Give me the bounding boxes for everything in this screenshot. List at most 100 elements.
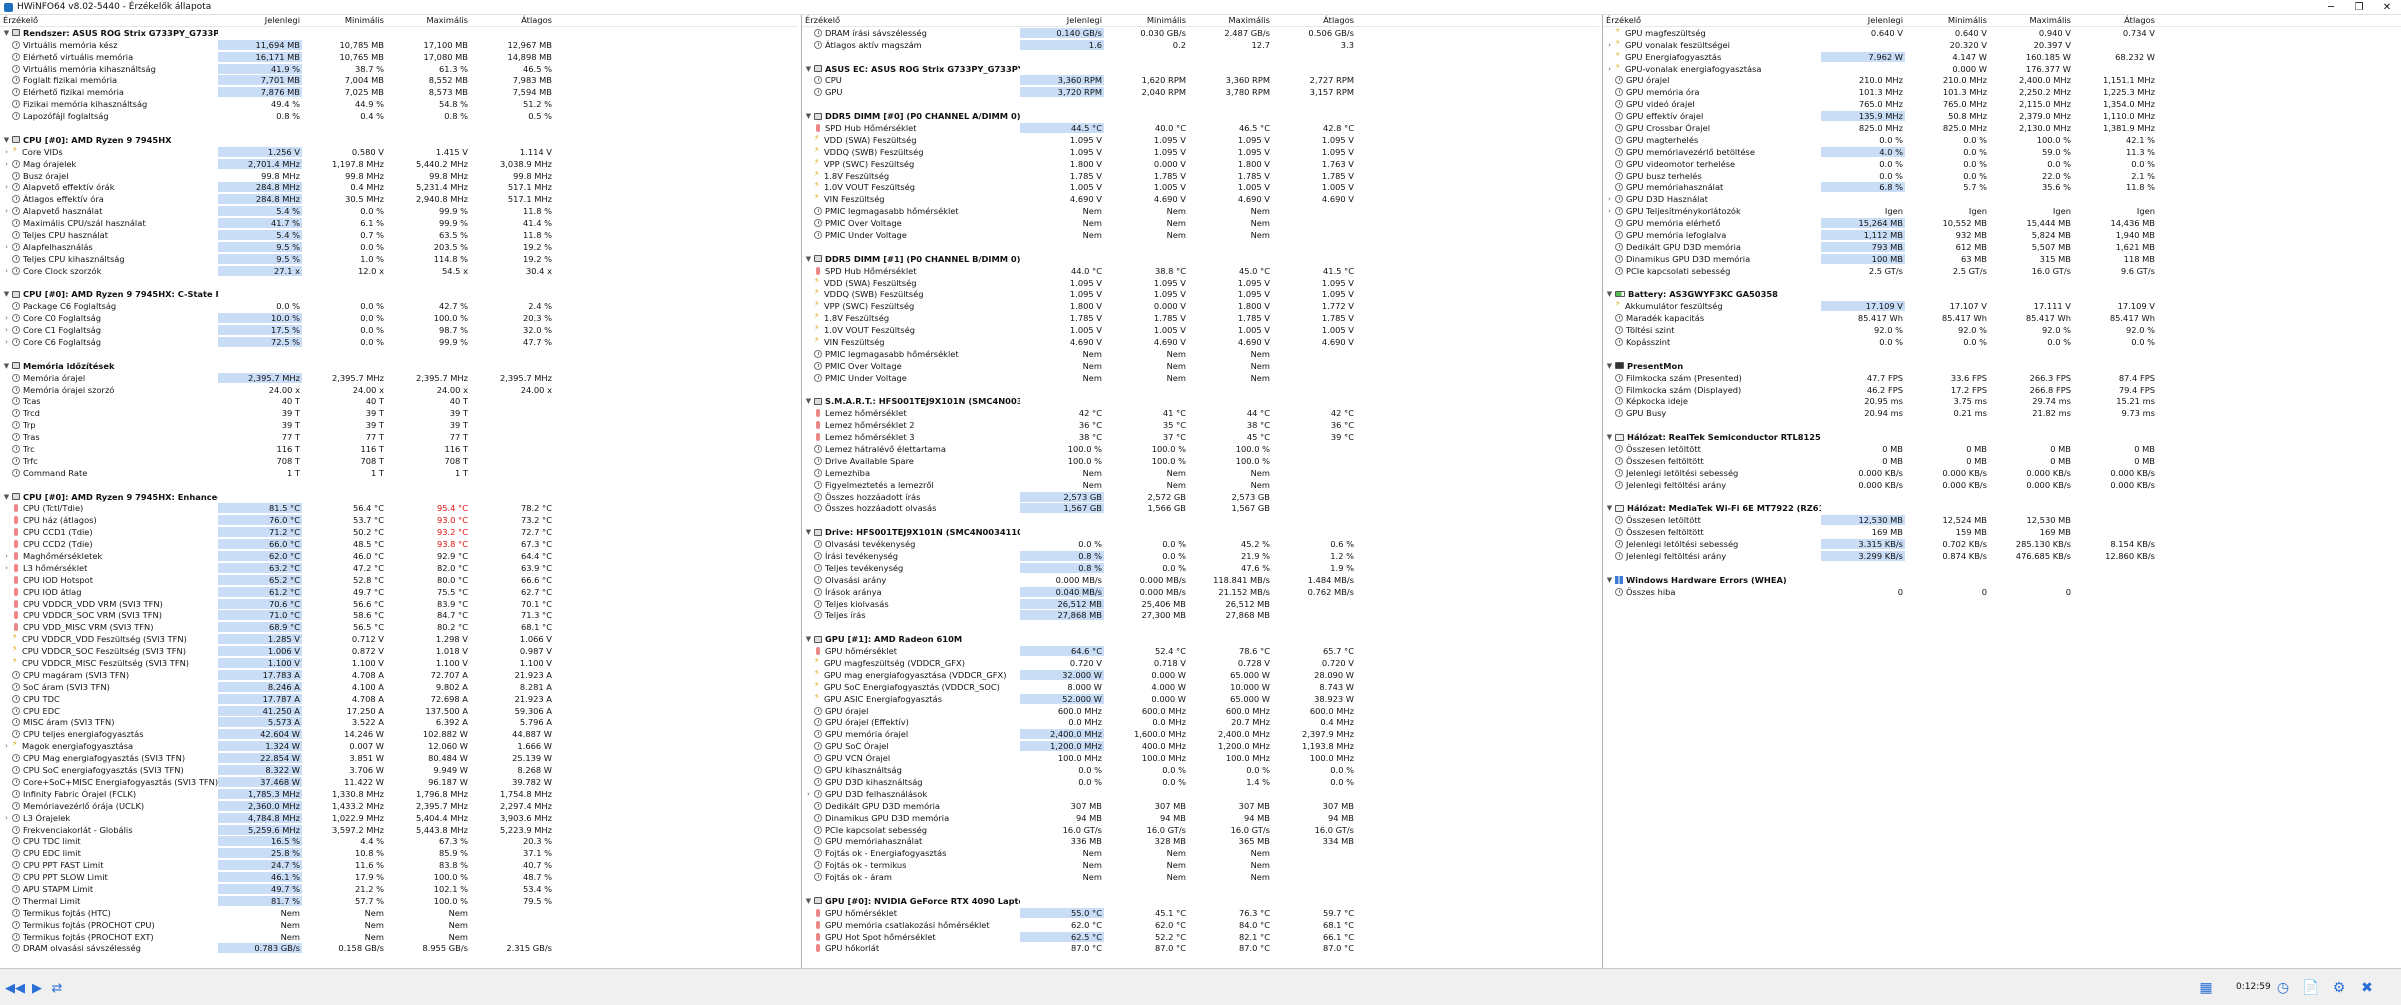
sensor-row[interactable]: Lemezhiba Nem Nem Nem [802, 467, 1599, 479]
sensor-group-header[interactable]: ▼ GPU [#1]: AMD Radeon 610M [802, 633, 1599, 645]
collapse-toggle-icon[interactable]: ▼ [1606, 433, 1613, 441]
sensor-group-header[interactable]: ▼ DDR5 DIMM [#0] (P0 CHANNEL A/DIMM 0) [802, 110, 1599, 122]
sensor-row[interactable]: Olvasási tevékenység 0.0 % 0.0 % 45.2 % 0.6 … [802, 538, 1599, 550]
restore-button[interactable]: ❐ [2345, 0, 2373, 15]
sensor-row[interactable]: 1.0V VOUT Feszültség 1.005 V 1.005 V 1.005 … [802, 181, 1599, 193]
sensor-row[interactable]: VPP (SWC) Feszültség 1.800 V 0.000 V 1.800 … [802, 300, 1599, 312]
sensor-row[interactable]: Infinity Fabric Órajel (FCLK) 1,785.3 MHz… [0, 788, 798, 800]
sensor-row[interactable]: › Core C6 Foglaltság 72.5 % 0.0 % 99.9 % 47.7… [0, 336, 798, 348]
sensor-row[interactable]: GPU memóriahasználat 336 MB 328 MB 365 MB 33… [802, 835, 1599, 847]
sensor-row[interactable]: VPP (SWC) Feszültség 1.800 V 0.000 V 1.800 … [802, 158, 1599, 170]
sensor-row[interactable]: CPU SoC energiafogyasztás (SVI3 TFN) 8.32… [0, 764, 798, 776]
sensor-group-header[interactable]: ▼ PresentMon [1603, 360, 2401, 372]
sensor-row[interactable]: GPU magterhelés 0.0 % 0.0 % 100.0 % 42.1 % [1603, 134, 2401, 146]
sensor-row[interactable]: Command Rate 1 T 1 T 1 T [0, 467, 798, 479]
sensor-row[interactable]: DRAM olvasási sávszélesség 0.783 GB/s 0.15… [0, 942, 798, 954]
collapse-toggle-icon[interactable]: ▼ [1606, 362, 1613, 370]
sensor-row[interactable]: 1.0V VOUT Feszültség 1.005 V 1.005 V 1.005 … [802, 324, 1599, 336]
expand-toggle-icon[interactable]: › [805, 790, 812, 798]
sensor-row[interactable]: Összesen feltöltött 169 MB 159 MB 169 MB [1603, 526, 2401, 538]
sensor-row[interactable]: GPU Busy 20.94 ms 0.21 ms 21.82 ms 9.73 ms [1603, 407, 2401, 419]
sensor-group-header[interactable]: ▼ CPU [#0]: AMD Ryzen 9 7945HX: C-State F… [0, 288, 798, 300]
sensor-row[interactable]: Figyelmeztetés a lemezről Nem Nem Nem [802, 479, 1599, 491]
sensor-row[interactable]: CPU TDC 17.787 A 4.708 A 72.698 A 21.923 A [0, 693, 798, 705]
column-header-max[interactable]: Maximális [1188, 15, 1272, 25]
collapse-toggle-icon[interactable]: ▼ [3, 29, 10, 37]
sensor-row[interactable]: Memóriavezérlő órája (UCLK) 2,360.0 MHz 1,… [0, 800, 798, 812]
sensor-row[interactable]: Lapozófájl foglaltság 0.8 % 0.4 % 0.8 % 0.5 … [0, 110, 798, 122]
expand-toggle-icon[interactable]: › [3, 742, 10, 750]
sensor-row[interactable]: PCIe kapcsolati sebesség 2.5 GT/s 2.5 GT/s… [1603, 265, 2401, 277]
sensor-row[interactable]: CPU (Tctl/Tdie) 81.5 °C 56.4 °C 95.4 °C 78.2… [0, 503, 798, 515]
sensor-row[interactable]: Memória órajel 2,395.7 MHz 2,395.7 MHz 2,39… [0, 372, 798, 384]
sensor-row[interactable]: Összesen letöltött 0 MB 0 MB 0 MB 0 MB [1603, 443, 2401, 455]
sensor-row[interactable]: Töltési szint 92.0 % 92.0 % 92.0 % 92.0 % [1603, 324, 2401, 336]
sensor-row[interactable]: CPU PPT SLOW Limit 46.1 % 17.9 % 100.0 % 48.… [0, 871, 798, 883]
sensor-row[interactable]: CPU VDDCR_VDD Feszültség (SVI3 TFN) 1.285… [0, 633, 798, 645]
sensor-row[interactable]: Összes hozzáadott írás 2,573 GB 2,572 GB 2,… [802, 491, 1599, 503]
sensor-row[interactable]: CPU CCD1 (Tdie) 71.2 °C 50.2 °C 93.2 °C 72.7… [0, 526, 798, 538]
column-header-min[interactable]: Minimális [1104, 15, 1188, 25]
sensor-row[interactable]: Kopásszint 0.0 % 0.0 % 0.0 % 0.0 % [1603, 336, 2401, 348]
sensor-row[interactable]: VDD (SWA) Feszültség 1.095 V 1.095 V 1.095 … [802, 277, 1599, 289]
expand-toggle-icon[interactable]: › [1606, 65, 1613, 73]
column-header-name[interactable]: Érzékelő [0, 15, 218, 25]
sensor-row[interactable]: Dinamikus GPU D3D memória 100 MB 63 MB 315 … [1603, 253, 2401, 265]
sensor-row[interactable]: › Alapvető effektív órák 284.8 MHz 0.4 MHz 5… [0, 181, 798, 193]
sensor-row[interactable]: GPU SoC Energiafogyasztás (VDDCR_SOC) 8.0… [802, 681, 1599, 693]
sensor-group-header[interactable]: ▼ GPU [#0]: NVIDIA GeForce RTX 4090 Lapto… [802, 895, 1599, 907]
sensor-row[interactable]: CPU VDDCR_SOC VRM (SVI3 TFN) 71.0 °C 58.6 … [0, 610, 798, 622]
sensor-row[interactable]: Átlagos effektív óra 284.8 MHz 30.5 MHz 2,9… [0, 193, 798, 205]
sensor-row[interactable]: Összesen letöltött 12,530 MB 12,524 MB 12,5… [1603, 514, 2401, 526]
sensor-row[interactable]: › Maghőmérsékletek 62.0 °C 46.0 °C 92.9 °C 64… [0, 550, 798, 562]
column-header-name[interactable]: Érzékelő [802, 15, 1020, 25]
column-header-name[interactable]: Érzékelő [1603, 15, 1821, 25]
close-button[interactable]: ✕ [2373, 0, 2401, 15]
sensor-row[interactable]: Dedikált GPU D3D memória 307 MB 307 MB 307 … [802, 800, 1599, 812]
sensor-row[interactable]: Jelenlegi letöltési sebesség 3.315 KB/s 0.… [1603, 538, 2401, 550]
sensor-panel-2[interactable]: Érzékelő Jelenlegi Minimális Maximális Átlag… [801, 15, 1599, 968]
expand-toggle-icon[interactable]: › [3, 326, 10, 334]
expand-toggle-icon[interactable]: › [1606, 195, 1613, 203]
sensor-row[interactable]: MISC áram (SVI3 TFN) 5.573 A 3.522 A 6.392 … [0, 717, 798, 729]
sensor-row[interactable]: Összesen feltöltött 0 MB 0 MB 0 MB 0 MB [1603, 455, 2401, 467]
collapse-toggle-icon[interactable]: ▼ [805, 635, 812, 643]
column-header-avg[interactable]: Átlagos [470, 15, 554, 25]
sensor-row[interactable]: Virtuális memória kész 11,694 MB 10,785 MB… [0, 39, 798, 51]
sensor-row[interactable]: GPU D3D kihasználtság 0.0 % 0.0 % 1.4 % 0.0 … [802, 776, 1599, 788]
sensor-group-header[interactable]: ▼ Battery: AS3GWYF3KC GA50358 [1603, 288, 2401, 300]
sensor-row[interactable]: Tcas 40 T 40 T 40 T [0, 396, 798, 408]
collapse-toggle-icon[interactable]: ▼ [805, 397, 812, 405]
sensor-row[interactable]: Elérhető fizikai memória 7,876 MB 7,025 MB… [0, 86, 798, 98]
sensor-row[interactable]: Maradék kapacitás 85.417 Wh 85.417 Wh 85.41… [1603, 312, 2401, 324]
sensor-row[interactable]: Összes hiba 0 0 0 [1603, 586, 2401, 598]
sensor-row[interactable]: GPU memória óra 101.3 MHz 101.3 MHz 2,250.2… [1603, 86, 2401, 98]
sensor-row[interactable]: DRAM írási sávszélesség 0.140 GB/s 0.030 G… [802, 27, 1599, 39]
sensor-row[interactable]: Lemez hőmérséklet 2 36 °C 35 °C 38 °C 36 °C [802, 419, 1599, 431]
sensor-row[interactable]: CPU VDDCR_MISC Feszültség (SVI3 TFN) 1.10… [0, 657, 798, 669]
sensor-row[interactable]: › Alapvető használat 5.4 % 0.0 % 99.9 % 11.8 … [0, 205, 798, 217]
settings-icon[interactable]: ⚙ [2326, 975, 2352, 1001]
network-icon[interactable]: ▦ [2193, 975, 2219, 1001]
column-header-avg[interactable]: Átlagos [1272, 15, 1356, 25]
expand-toggle-icon[interactable]: › [3, 314, 10, 322]
column-header-avg[interactable]: Átlagos [2073, 15, 2157, 25]
sensor-row[interactable]: APU STAPM Limit 49.7 % 21.2 % 102.1 % 53.4 % [0, 883, 798, 895]
expand-toggle-icon[interactable]: › [3, 243, 10, 251]
sensor-row[interactable]: › Core C1 Foglaltság 17.5 % 0.0 % 98.7 % 32.0… [0, 324, 798, 336]
sensor-group-header[interactable]: ▼ CPU [#0]: AMD Ryzen 9 7945HX: Enhanced [0, 491, 798, 503]
sensor-group-header[interactable]: ▼ Drive: HFS001TEJ9X101N (SMC4N003411004Q… [802, 526, 1599, 538]
sensor-row[interactable]: PCIe kapcsolat sebesség 16.0 GT/s 16.0 GT/… [802, 824, 1599, 836]
close-icon[interactable]: ✖ [2354, 975, 2380, 1001]
sensor-row[interactable]: CPU TDC limit 16.5 % 4.4 % 67.3 % 20.3 % [0, 835, 798, 847]
collapse-toggle-icon[interactable]: ▼ [805, 897, 812, 905]
sensor-row[interactable]: Teljes CPU használat 5.4 % 0.7 % 63.5 % 11.8… [0, 229, 798, 241]
sensor-group-header[interactable]: ▼ Rendszer: ASUS ROG Strix G733PY_G733PY [0, 27, 798, 39]
sensor-panel-1[interactable]: Érzékelő Jelenlegi Minimális Maximális Átlag… [0, 15, 798, 968]
sensor-row[interactable]: Teljes tevékenység 0.8 % 0.0 % 47.6 % 1.9 % [802, 562, 1599, 574]
column-header-current[interactable]: Jelenlegi [1020, 15, 1104, 25]
collapse-toggle-icon[interactable]: ▼ [805, 528, 812, 536]
sensor-row[interactable]: CPU EDC limit 25.8 % 10.8 % 85.9 % 37.1 % [0, 847, 798, 859]
expand-toggle-icon[interactable]: › [1606, 207, 1613, 215]
column-header-current[interactable]: Jelenlegi [218, 15, 302, 25]
